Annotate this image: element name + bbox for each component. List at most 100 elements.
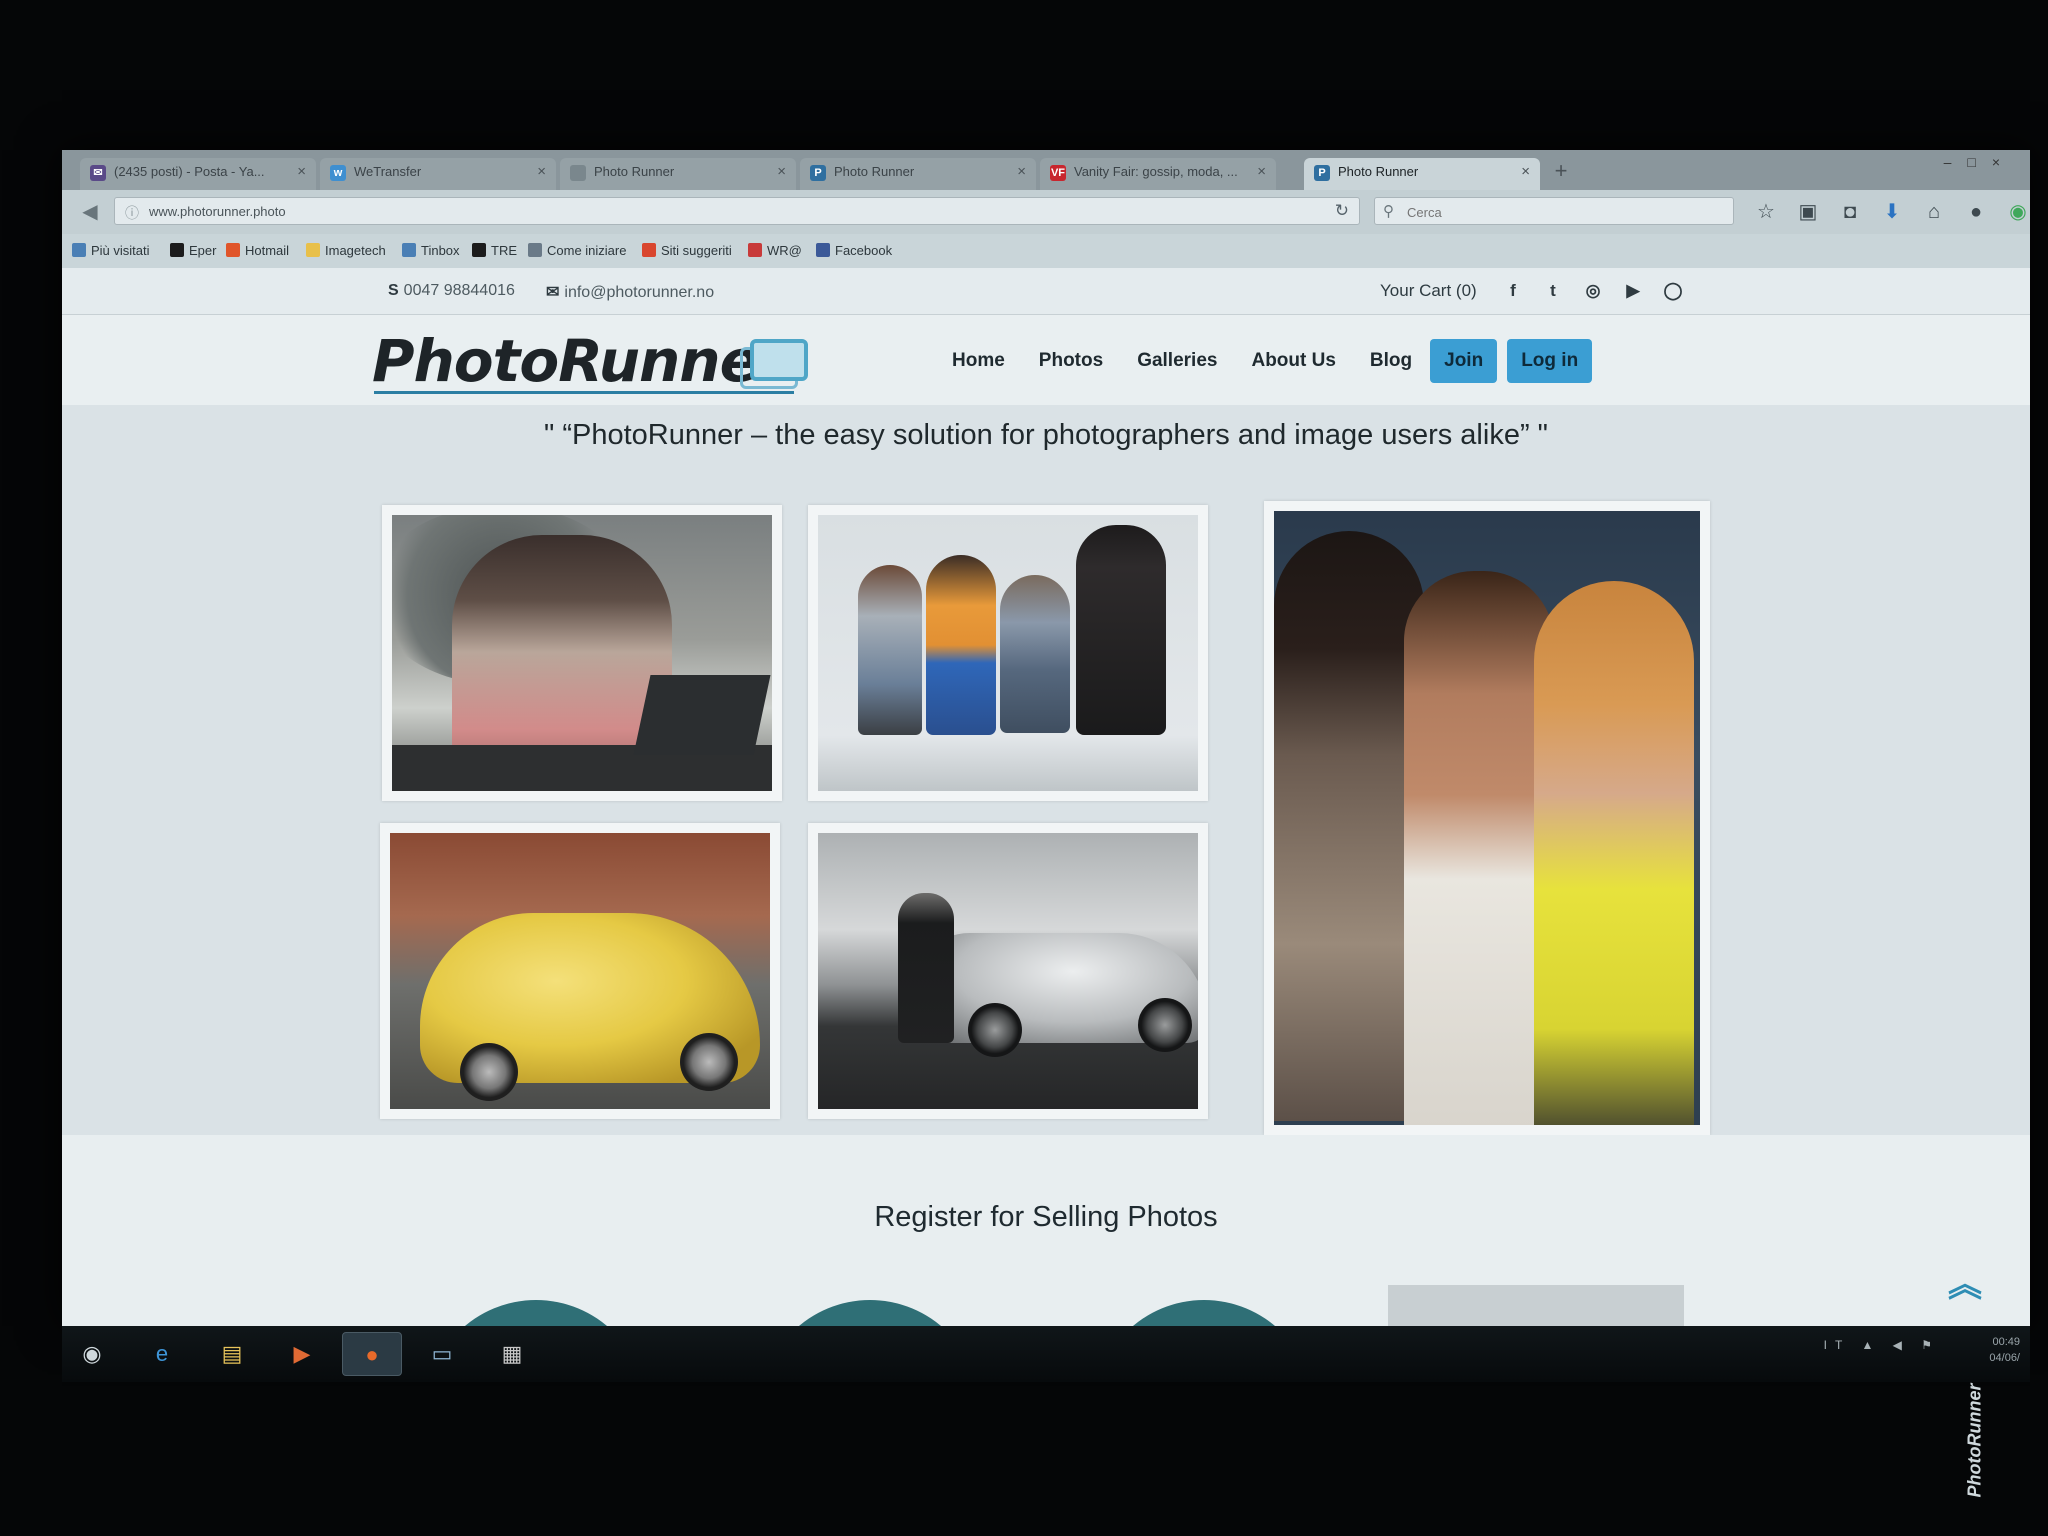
photo-children[interactable] — [808, 505, 1208, 801]
url-text: www.photorunner.photo — [149, 204, 286, 219]
close-icon[interactable]: × — [1521, 163, 1530, 180]
tab-photorunner-2[interactable]: P Photo Runner × — [800, 158, 1036, 190]
chat-icon[interactable]: ● — [1962, 198, 1990, 226]
feature-circle — [760, 1300, 980, 1326]
youtube-icon[interactable]: ▶ — [1622, 280, 1644, 302]
bookmark-star-icon[interactable]: ☆ — [1752, 198, 1780, 226]
bookmark-icon — [72, 243, 86, 257]
bookmark-icon — [748, 243, 762, 257]
home-icon[interactable]: ⌂ — [1920, 198, 1948, 226]
page-icon — [570, 165, 586, 181]
bookmark-item[interactable]: Più visitati — [72, 243, 150, 258]
twitter-icon[interactable]: t — [1542, 280, 1564, 302]
sync-icon[interactable]: ◉ — [2004, 198, 2030, 226]
bookmark-item[interactable]: Facebook — [816, 243, 892, 258]
close-icon[interactable]: × — [297, 163, 306, 180]
window-controls[interactable]: –□× — [1944, 154, 2016, 170]
tab-photorunner-active[interactable]: P Photo Runner × — [1304, 158, 1540, 190]
bookmark-item[interactable]: Eper — [170, 243, 216, 258]
bookmark-item[interactable]: WR@ — [748, 243, 802, 258]
monitor-screen: ✉ (2435 posti) - Posta - Ya... × w WeTra… — [62, 150, 2030, 1326]
logo-underline — [374, 391, 794, 394]
window-icon[interactable]: ▭ — [412, 1332, 472, 1376]
whatsapp-icon[interactable]: ◯ — [1662, 280, 1684, 302]
bookmark-item[interactable]: Siti suggeriti — [642, 243, 732, 258]
document-icon[interactable]: ▦ — [482, 1332, 542, 1376]
envelope-icon: ✉ — [546, 284, 560, 301]
join-button[interactable]: Join — [1430, 339, 1498, 383]
clipboard-icon[interactable]: ▣ — [1794, 198, 1822, 226]
nav-about[interactable]: About Us — [1251, 350, 1335, 372]
bookmarks-bar: Più visitati Eper Hotmail Imagetech Tinb… — [62, 234, 2030, 269]
file-explorer-icon[interactable]: ▤ — [202, 1332, 262, 1376]
new-tab-button[interactable]: + — [1546, 158, 1576, 188]
photo-image — [818, 833, 1198, 1109]
skype-icon: S — [388, 282, 399, 299]
bookmark-icon — [816, 243, 830, 257]
logo-text: PhotoRunner — [372, 327, 787, 395]
bookmark-icon — [402, 243, 416, 257]
tab-mail[interactable]: ✉ (2435 posti) - Posta - Ya... × — [80, 158, 316, 190]
photorunner-icon: P — [810, 165, 826, 181]
info-icon[interactable]: ⓘ — [125, 203, 139, 223]
photo-yellow-car[interactable] — [380, 823, 780, 1119]
nav-photos[interactable]: Photos — [1039, 350, 1103, 372]
close-icon[interactable]: × — [777, 163, 786, 180]
reload-icon[interactable]: ↻ — [1335, 201, 1349, 221]
tab-photorunner-1[interactable]: Photo Runner × — [560, 158, 796, 190]
nav-galleries[interactable]: Galleries — [1137, 350, 1217, 372]
tab-vanityfair[interactable]: VF Vanity Fair: gossip, moda, ... × — [1040, 158, 1276, 190]
feature-circle — [1094, 1300, 1314, 1326]
email-contact[interactable]: ✉ info@photorunner.no — [546, 282, 714, 302]
photo-image — [1274, 511, 1700, 1125]
photorunner-icon: P — [1314, 165, 1330, 181]
vanityfair-icon: VF — [1050, 165, 1066, 181]
search-icon: ⚲ — [1383, 203, 1394, 220]
start-orb-icon[interactable]: ◉ — [62, 1332, 122, 1376]
main-nav: Home Photos Galleries About Us Blog Join… — [952, 339, 1602, 383]
photo-three-women[interactable] — [1264, 501, 1710, 1135]
photo-photographer[interactable] — [382, 505, 782, 801]
photo-image — [392, 515, 772, 791]
bookmark-item[interactable]: Hotmail — [226, 243, 289, 258]
tagline: " “PhotoRunner – the easy solution for p… — [544, 419, 1548, 451]
cart-link[interactable]: Your Cart (0) — [1380, 281, 1477, 301]
back-arrow-icon[interactable]: ◀ — [76, 198, 104, 226]
login-button[interactable]: Log in — [1507, 339, 1593, 383]
site-header: PhotoRunner Home Photos Galleries About … — [62, 315, 2030, 405]
system-tray[interactable]: IT ▲ ◀ ⚑ — [1824, 1338, 1940, 1352]
pocket-icon[interactable]: ◘ — [1836, 198, 1864, 226]
bookmark-item[interactable]: Imagetech — [306, 243, 386, 258]
bookmark-item[interactable]: TRE — [472, 243, 517, 258]
bookmark-item[interactable]: Tinbox — [402, 243, 460, 258]
nav-blog[interactable]: Blog — [1370, 350, 1412, 372]
close-icon[interactable]: × — [1017, 163, 1026, 180]
nav-home[interactable]: Home — [952, 350, 1005, 372]
close-icon[interactable]: × — [537, 163, 546, 180]
instagram-icon[interactable]: ◎ — [1582, 280, 1604, 302]
register-title: Register for Selling Photos — [874, 1201, 1218, 1233]
close-icon[interactable]: × — [1257, 163, 1266, 180]
bookmark-icon — [170, 243, 184, 257]
media-player-icon[interactable]: ▶ — [272, 1332, 332, 1376]
phone-contact[interactable]: S 0047 98844016 — [388, 282, 515, 300]
facebook-icon[interactable]: f — [1502, 280, 1524, 302]
bookmark-icon — [642, 243, 656, 257]
internet-explorer-icon[interactable]: e — [132, 1332, 192, 1376]
register-section: Register for Selling Photos ︽ — [62, 1135, 2030, 1326]
search-input[interactable] — [1405, 201, 1719, 223]
bookmark-icon — [528, 243, 542, 257]
tab-wetransfer[interactable]: w WeTransfer × — [320, 158, 556, 190]
firefox-icon[interactable]: ● — [342, 1332, 402, 1376]
download-icon[interactable]: ⬇ — [1878, 198, 1906, 226]
bookmark-item[interactable]: Come iniziare — [528, 243, 626, 258]
tab-bar: ✉ (2435 posti) - Posta - Ya... × w WeTra… — [62, 150, 2030, 190]
logo-frame-icon — [750, 339, 808, 381]
scroll-to-top-icon[interactable]: ︽ — [1948, 1268, 1982, 1302]
photo-image — [818, 515, 1198, 791]
address-bar[interactable]: ⓘ www.photorunner.photo ↻ — [114, 197, 1360, 225]
navigation-bar: ◀ ⓘ www.photorunner.photo ↻ ⚲ ☆ ▣ ◘ ⬇ ⌂ … — [62, 190, 2030, 234]
search-box[interactable]: ⚲ — [1374, 197, 1734, 225]
feature-box — [1388, 1285, 1684, 1326]
photo-silver-car[interactable] — [808, 823, 1208, 1119]
